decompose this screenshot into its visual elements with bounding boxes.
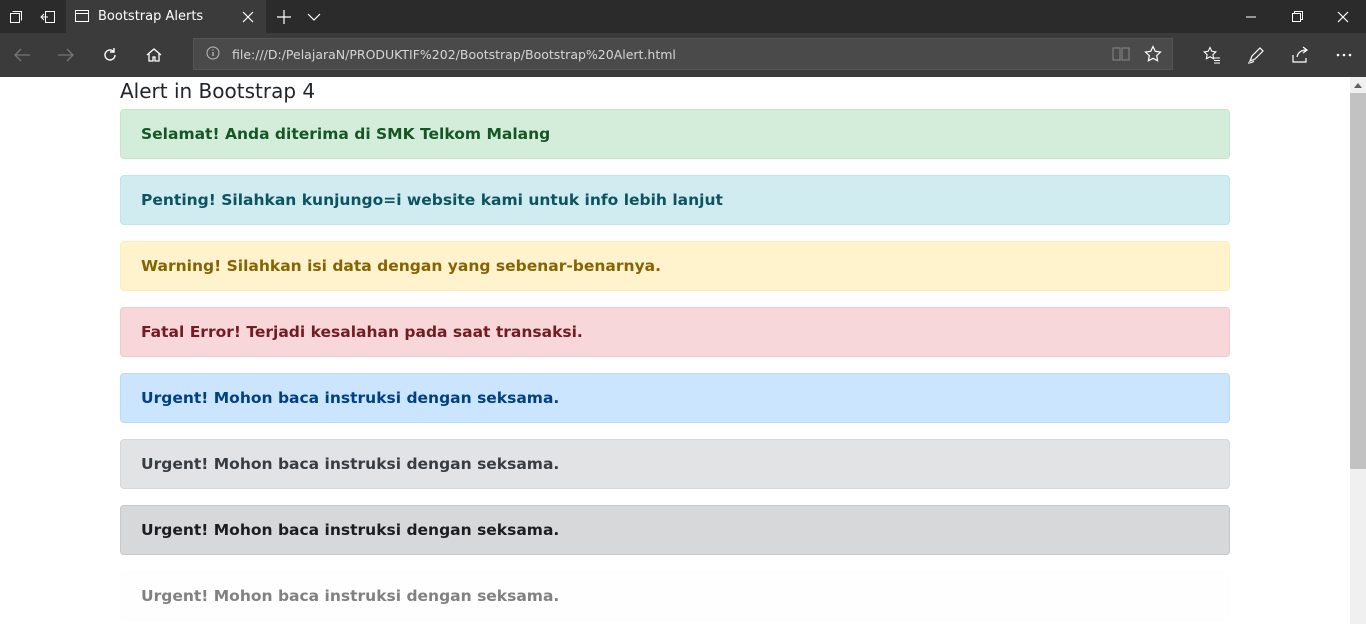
- more-icon[interactable]: [1322, 33, 1366, 77]
- alert-primary: Urgent! Mohon baca instruksi dengan seks…: [120, 373, 1230, 423]
- pen-icon[interactable]: [1234, 33, 1278, 77]
- alert-strong: Warning!: [141, 257, 222, 275]
- alert-strong: Penting!: [141, 191, 216, 209]
- alert-text: Silahkan kunjungo=i website kami untuk i…: [215, 191, 723, 209]
- favorite-star-icon[interactable]: [1144, 45, 1162, 68]
- favorites-hub-icon[interactable]: [1190, 33, 1234, 77]
- alert-strong: Urgent!: [141, 587, 209, 605]
- minimize-icon[interactable]: [1228, 0, 1274, 33]
- alert-text: Mohon baca instruksi dengan seksama.: [208, 521, 560, 539]
- alert-success: Selamat! Anda diterima di SMK Telkom Mal…: [120, 109, 1230, 159]
- tab-preview-icon[interactable]: [32, 0, 64, 33]
- restore-icon[interactable]: [1274, 0, 1320, 33]
- alert-text: Silahkan isi data dengan yang sebenar-be…: [221, 257, 662, 275]
- address-bar[interactable]: file:///D:/PelajaraN/PRODUKTIF%202/Boots…: [193, 38, 1173, 70]
- alert-dark: Urgent! Mohon baca instruksi dengan seks…: [120, 505, 1230, 555]
- alert-strong: Urgent!: [141, 455, 209, 473]
- alert-strong: Urgent!: [141, 521, 209, 539]
- alert-strong: Fatal Error!: [141, 323, 241, 341]
- alert-warning: Warning! Silahkan isi data dengan yang s…: [120, 241, 1230, 291]
- forward-icon[interactable]: [44, 33, 88, 77]
- info-icon[interactable]: [206, 46, 220, 65]
- close-tab-icon[interactable]: [234, 0, 262, 33]
- alert-danger: Fatal Error! Terjadi kesalahan pada saat…: [120, 307, 1230, 357]
- home-icon[interactable]: [132, 33, 176, 77]
- tab-bar: Bootstrap Alerts: [0, 0, 1366, 33]
- alert-text: Terjadi kesalahan pada saat transaksi.: [240, 323, 583, 341]
- alert-strong: Urgent!: [141, 389, 209, 407]
- navigation-bar: file:///D:/PelajaraN/PRODUKTIF%202/Boots…: [0, 33, 1366, 77]
- active-tab[interactable]: Bootstrap Alerts: [66, 0, 266, 33]
- page-content: Alert in Bootstrap 4 Selamat! Anda diter…: [0, 77, 1350, 624]
- url-text: file:///D:/PelajaraN/PRODUKTIF%202/Boots…: [232, 47, 676, 62]
- alert-text: Anda diterima di SMK Telkom Malang: [219, 125, 551, 143]
- close-window-icon[interactable]: [1320, 0, 1366, 33]
- scroll-up-icon[interactable]: [1350, 77, 1366, 93]
- back-icon[interactable]: [0, 33, 44, 77]
- tab-set-aside-icon[interactable]: [0, 0, 32, 33]
- tab-title: Bootstrap Alerts: [98, 9, 204, 24]
- refresh-icon[interactable]: [88, 33, 132, 77]
- alert-text: Mohon baca instruksi dengan seksama.: [208, 587, 560, 605]
- alert-strong: Selamat!: [141, 125, 220, 143]
- vertical-scrollbar[interactable]: [1350, 77, 1366, 624]
- tab-list-icon[interactable]: [298, 0, 330, 33]
- share-icon[interactable]: [1278, 33, 1322, 77]
- reading-view-icon[interactable]: [1112, 46, 1130, 67]
- page-icon: [74, 8, 90, 29]
- scrollbar-thumb[interactable]: [1350, 93, 1366, 469]
- page-title: Alert in Bootstrap 4: [120, 79, 316, 103]
- alert-light: Urgent! Mohon baca instruksi dengan seks…: [120, 571, 1230, 621]
- alert-secondary: Urgent! Mohon baca instruksi dengan seks…: [120, 439, 1230, 489]
- alert-text: Mohon baca instruksi dengan seksama.: [208, 389, 560, 407]
- alert-text: Mohon baca instruksi dengan seksama.: [208, 455, 560, 473]
- new-tab-icon[interactable]: [268, 0, 300, 33]
- alert-info: Penting! Silahkan kunjungo=i website kam…: [120, 175, 1230, 225]
